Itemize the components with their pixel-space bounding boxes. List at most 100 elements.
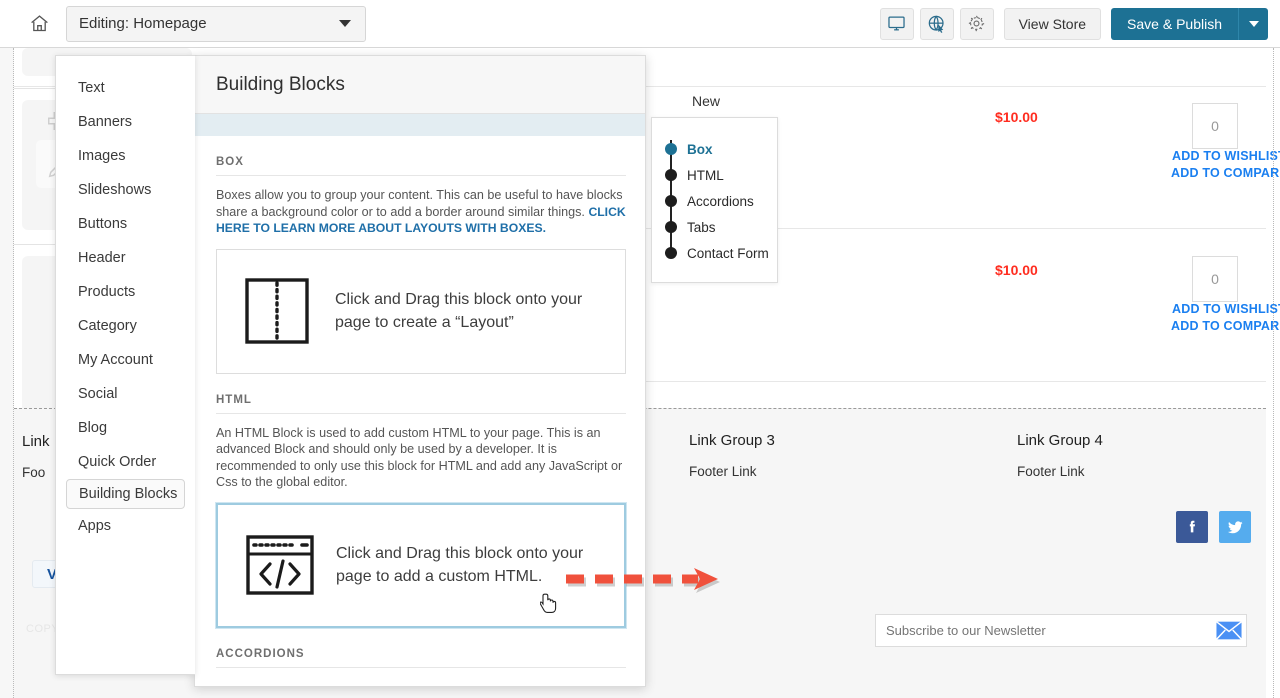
menu-item-label: Social [78,386,118,402]
app-root: Editing: Homepage View Store Save & Publ… [0,0,1280,698]
menu-item-header[interactable]: Header [56,241,195,275]
anchor-dot-icon [665,143,677,155]
product-badge-new: New [692,93,721,109]
section-label: BOX [216,136,626,176]
block-card-line-1: Click and Drag this block onto your [335,291,583,308]
section-label: ACCORDIONS [216,628,626,668]
menu-item-label: Images [78,148,126,164]
menu-item-label: Products [78,284,136,300]
product-price: $10.00 [995,109,1038,125]
menu-item-label: Slideshows [78,182,152,198]
anchor-label: Accordions [687,193,754,209]
menu-item-label: My Account [78,352,153,368]
envelope-icon[interactable] [1212,615,1246,646]
menu-item-buttons[interactable]: Buttons [56,207,195,241]
anchor-item-contact-form[interactable]: Contact Form [652,240,779,266]
menu-item-building-blocks[interactable]: Building Blocks [66,479,185,509]
twitter-icon[interactable] [1219,511,1251,543]
draggable-block-html[interactable]: Click and Drag this block onto your page… [215,501,627,629]
add-to-compare-link[interactable]: ADD TO COMPARE [1171,166,1280,180]
anchor-item-box[interactable]: Box [652,136,779,162]
quantity-stepper[interactable]: 0 [1192,256,1238,302]
canvas-left-edge [0,48,14,698]
block-card-text: Click and Drag this block onto your page… [336,542,583,588]
block-card-line-2: page to add a custom HTML. [336,568,543,585]
divider [646,381,1266,382]
footer-group-title: Link Group 3 [689,432,775,449]
menu-item-category[interactable]: Category [56,309,195,343]
anchor-dot-icon [665,221,677,233]
menu-item-quick-order[interactable]: Quick Order [56,445,195,479]
view-store-label: View Store [1018,15,1087,32]
newsletter-subscribe[interactable] [875,614,1247,647]
section-description: Boxes allow you to group your content. T… [216,176,626,237]
draggable-block-box[interactable]: Click and Drag this block onto your page… [216,248,626,374]
menu-item-slideshows[interactable]: Slideshows [56,173,195,207]
anchor-item-tabs[interactable]: Tabs [652,214,779,240]
menu-item-label: Category [78,318,137,334]
menu-item-label: Blog [78,420,108,436]
block-card-text: Click and Drag this block onto your page… [335,288,582,334]
menu-item-social[interactable]: Social [56,377,195,411]
section-label: HTML [216,374,626,414]
newsletter-input[interactable] [876,615,1212,646]
view-store-button[interactable]: View Store [1003,7,1102,40]
menu-item-apps[interactable]: Apps [56,509,195,543]
add-to-compare-link[interactable]: ADD TO COMPARE [1171,319,1280,333]
menu-item-text[interactable]: Text [56,71,195,105]
product-price: $10.00 [995,262,1038,278]
gear-icon[interactable] [959,7,994,40]
footer-link[interactable]: Footer Link [689,464,757,479]
mouse-cursor-pointer [539,593,558,615]
section-accordions: ACCORDIONS [195,628,645,668]
chevron-down-icon [339,20,351,27]
save-publish-label: Save & Publish [1127,15,1222,32]
add-to-wishlist-link[interactable]: ADD TO WISHLIST [1172,149,1280,163]
menu-item-label: Header [78,250,126,266]
anchor-label: Tabs [687,219,716,235]
panel-title: Building Blocks [195,56,645,114]
annotation-arrow-icon [566,566,738,605]
quantity-value: 0 [1211,118,1219,134]
save-publish-group: Save & Publish [1111,7,1268,40]
box-layout-icon [243,275,321,347]
menu-item-label: Building Blocks [79,486,178,502]
menu-item-products[interactable]: Products [56,275,195,309]
menu-item-label: Text [78,80,105,96]
menu-item-banners[interactable]: Banners [56,105,195,139]
menu-item-label: Apps [78,518,112,534]
anchor-label: Contact Form [687,245,769,261]
home-icon[interactable] [22,7,56,41]
block-card-line-2: page to create a “Layout” [335,314,514,331]
add-to-wishlist-link[interactable]: ADD TO WISHLIST [1172,302,1280,316]
facebook-icon[interactable] [1176,511,1208,543]
menu-item-images[interactable]: Images [56,139,195,173]
anchor-dot-icon [665,247,677,259]
quantity-stepper[interactable]: 0 [1192,103,1238,149]
page-selector[interactable]: Editing: Homepage [66,5,366,42]
anchor-item-html[interactable]: HTML [652,162,779,188]
block-category-list: Text Banners Images Slideshows Buttons H… [56,56,195,543]
menu-item-blog[interactable]: Blog [56,411,195,445]
menu-item-label: Quick Order [78,454,157,470]
toolbar-actions: View Store Save & Publish [879,7,1268,40]
top-toolbar: Editing: Homepage View Store Save & Publ… [0,0,1280,48]
save-publish-dropdown-toggle[interactable] [1238,7,1268,40]
desktop-monitor-icon[interactable] [879,7,914,40]
anchor-label: HTML [687,167,724,183]
anchor-item-accordions[interactable]: Accordions [652,188,779,214]
anchor-label: Box [687,141,713,157]
footer-link-clipped[interactable]: Foo [22,465,45,480]
save-publish-button[interactable]: Save & Publish [1111,7,1238,40]
chevron-down-icon [1248,20,1259,27]
section-description: An HTML Block is used to add custom HTML… [216,425,623,490]
block-card-line-1: Click and Drag this block onto your [336,545,584,562]
menu-item-label: Banners [78,114,133,130]
footer-group-title: Link Group 4 [1017,432,1103,449]
canvas-right-edge [1273,48,1274,698]
menu-item-my-account[interactable]: My Account [56,343,195,377]
quantity-value: 0 [1211,271,1219,287]
globe-cursor-icon[interactable] [919,7,954,40]
section-description-text: Boxes allow you to group your content. T… [216,188,623,219]
footer-link[interactable]: Footer Link [1017,464,1085,479]
